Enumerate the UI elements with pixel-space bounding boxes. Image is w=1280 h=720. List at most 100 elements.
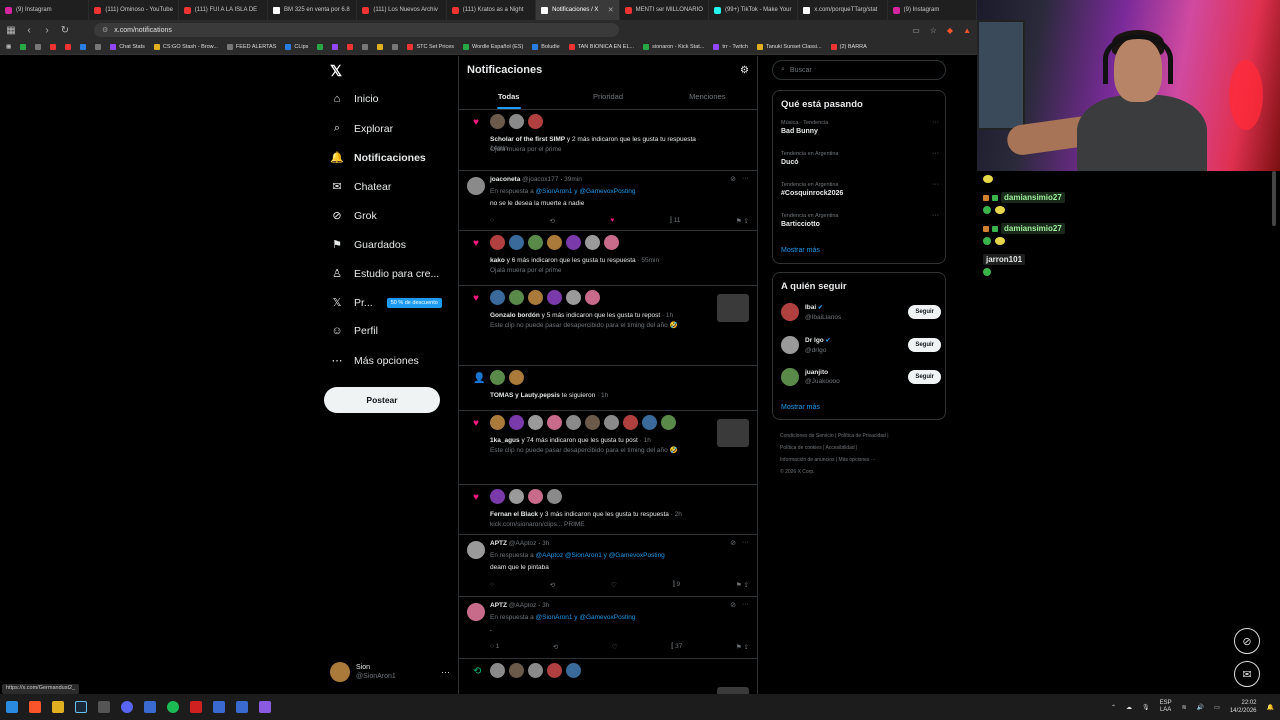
nav-item-inicio[interactable]: ⌂ Inicio: [330, 93, 379, 105]
actor-name[interactable]: Gonzalo bordón: [490, 312, 540, 319]
footer-line[interactable]: Condiciones de Servicio | Política de Pr…: [780, 430, 940, 442]
follow-button[interactable]: Seguir: [908, 305, 941, 319]
reply-notification[interactable]: APTZ @AAptoz · 3h ⊘ ··· En respuesta a @AAp…: [459, 535, 757, 597]
repost-icon[interactable]: ⟲: [553, 643, 558, 651]
account-switcher[interactable]: Sion @SionAron1 ···: [330, 660, 450, 684]
avatar[interactable]: [781, 336, 799, 354]
more-icon[interactable]: ···: [932, 119, 939, 126]
reply-author[interactable]: APTZ: [490, 602, 507, 609]
avatar[interactable]: [528, 489, 543, 504]
steam-icon[interactable]: [75, 701, 87, 713]
avatar[interactable]: [547, 489, 562, 504]
avatar[interactable]: [490, 370, 505, 385]
browser-tab[interactable]: (9) Instagram: [0, 0, 90, 20]
avatar[interactable]: [623, 415, 638, 430]
follow-suggestion[interactable]: juanjito @Juakoooo Seguir: [781, 366, 941, 388]
media-thumbnail[interactable]: [717, 419, 749, 447]
trends-show-more[interactable]: Mostrar más: [781, 247, 820, 254]
nav-item-perfil[interactable]: ☺ Perfil: [330, 325, 378, 337]
notification-item[interactable]: 👤 TOMAS y Lauty.pepsis te siguieron · 1h: [459, 366, 757, 411]
more-icon[interactable]: ···: [742, 601, 749, 609]
reply-action[interactable]: ○: [490, 581, 494, 589]
bookmark-item[interactable]: [95, 44, 102, 50]
nav-item-estudio-para-cre[interactable]: ♙ Estudio para cre...: [330, 267, 439, 281]
avatar[interactable]: [509, 114, 524, 129]
avatar[interactable]: [528, 290, 543, 305]
avatar[interactable]: [566, 415, 581, 430]
avatar[interactable]: [781, 368, 799, 386]
browser-tab[interactable]: BM 325 en venta por 6.8: [268, 0, 358, 20]
avatar[interactable]: [509, 370, 524, 385]
like-icon[interactable]: ♥: [610, 217, 614, 225]
post-button[interactable]: Postear: [324, 387, 440, 413]
bookmark-item[interactable]: FEED ALERTAS: [226, 44, 276, 50]
language-indicator[interactable]: ESP LAA: [1160, 700, 1172, 714]
avatar[interactable]: [490, 290, 505, 305]
bookmark-item[interactable]: [392, 44, 399, 50]
nav-item-explorar[interactable]: ⌕ Explorar: [330, 122, 393, 135]
site-info-icon[interactable]: ⚙: [102, 26, 108, 34]
nav-item-pr[interactable]: 𝕏 Pr... 50 % de descuento: [330, 296, 442, 309]
more-icon[interactable]: ···: [441, 667, 450, 677]
nav-item-chatear[interactable]: ✉ Chatear: [330, 180, 391, 194]
bookmark-item[interactable]: [20, 44, 27, 50]
tab-prioridad[interactable]: Prioridad: [558, 84, 657, 109]
avatar[interactable]: [467, 541, 485, 559]
apps-icon[interactable]: ▦: [6, 44, 11, 50]
avatar[interactable]: [528, 415, 543, 430]
browser-tab[interactable]: (111) Ominoso - YouTube: [89, 0, 179, 20]
back-icon[interactable]: ‹: [24, 25, 34, 36]
follow-suggestion[interactable]: Ibai ✔ @IbaiLlanos Seguir: [781, 301, 941, 323]
reply-action[interactable]: ○: [490, 217, 494, 225]
bookmark-item[interactable]: [317, 44, 324, 50]
avatar[interactable]: [467, 177, 485, 195]
discord-icon[interactable]: [121, 701, 133, 713]
avatar[interactable]: [528, 114, 543, 129]
avatar[interactable]: [490, 114, 505, 129]
footer-line[interactable]: Política de cookies | Accesibilidad |: [780, 442, 940, 454]
more-icon[interactable]: ···: [932, 212, 939, 219]
settings-icon[interactable]: ⚙: [740, 65, 749, 76]
app-icon[interactable]: [213, 701, 225, 713]
bookmark-item[interactable]: CLips: [285, 44, 308, 50]
avatar[interactable]: [547, 663, 562, 678]
footer-line[interactable]: © 2026 X Corp.: [780, 466, 940, 478]
mic-icon[interactable]: 🎙: [1142, 704, 1150, 711]
follow-suggestion[interactable]: Dr Igo ✔ @drIgo Seguir: [781, 334, 941, 356]
bookmark-item[interactable]: STC Set Prices: [407, 44, 454, 50]
avatar[interactable]: [490, 663, 505, 678]
trend-item[interactable]: Tendencia en Argentina #Cosquinrock2026 ··…: [781, 181, 941, 199]
trend-item[interactable]: Tendencia en Argentina Barticciotto ···: [781, 212, 941, 230]
reply-notification[interactable]: APTZ @AAptoz · 3h ⊘ ··· En respuesta a @Sio…: [459, 597, 757, 659]
network-icon[interactable]: ☁: [1126, 704, 1132, 711]
share-icon[interactable]: ⇪: [744, 582, 749, 589]
views-action[interactable]: ⫿ 37: [671, 643, 682, 651]
bookmark-item[interactable]: CS:GO Stash - Brow...: [153, 44, 218, 50]
reply-to-handles[interactable]: @SionAron1 y @GamevoxPosting: [536, 188, 636, 195]
bookmark-item[interactable]: (2) BARRA: [830, 44, 867, 50]
avatar[interactable]: [547, 415, 562, 430]
notification-item[interactable]: ♥ 1ka_agus y 74 más indicaron que les gus…: [459, 411, 757, 485]
messages-icon[interactable]: ✉: [1234, 661, 1260, 687]
search-input[interactable]: ⌕ Buscar: [772, 60, 946, 80]
bookmark-item[interactable]: [65, 44, 72, 50]
follow-name[interactable]: juanjito: [805, 369, 828, 376]
follow-button[interactable]: Seguir: [908, 370, 941, 384]
actor-name[interactable]: kako: [490, 257, 505, 264]
avatar[interactable]: [585, 290, 600, 305]
more-icon[interactable]: ···: [932, 181, 939, 188]
avatar[interactable]: [585, 415, 600, 430]
chevron-up-icon[interactable]: ⌃: [1111, 704, 1116, 711]
avatar[interactable]: [528, 663, 543, 678]
avatar[interactable]: [604, 415, 619, 430]
volume-icon[interactable]: 🔊: [1197, 704, 1204, 711]
bookmark-icon[interactable]: ⚑: [736, 218, 744, 225]
follow-name[interactable]: Ibai: [805, 304, 816, 311]
more-icon[interactable]: ···: [932, 150, 939, 157]
bookmark-item[interactable]: [50, 44, 57, 50]
bookmark-item[interactable]: Wordle Español (ES): [463, 44, 523, 50]
avatar[interactable]: [490, 235, 505, 250]
actor-name[interactable]: Fernan el Black: [490, 511, 538, 518]
avatar[interactable]: [585, 235, 600, 250]
browser-tab[interactable]: (111) Los Nuevos Archiv: [357, 0, 447, 20]
